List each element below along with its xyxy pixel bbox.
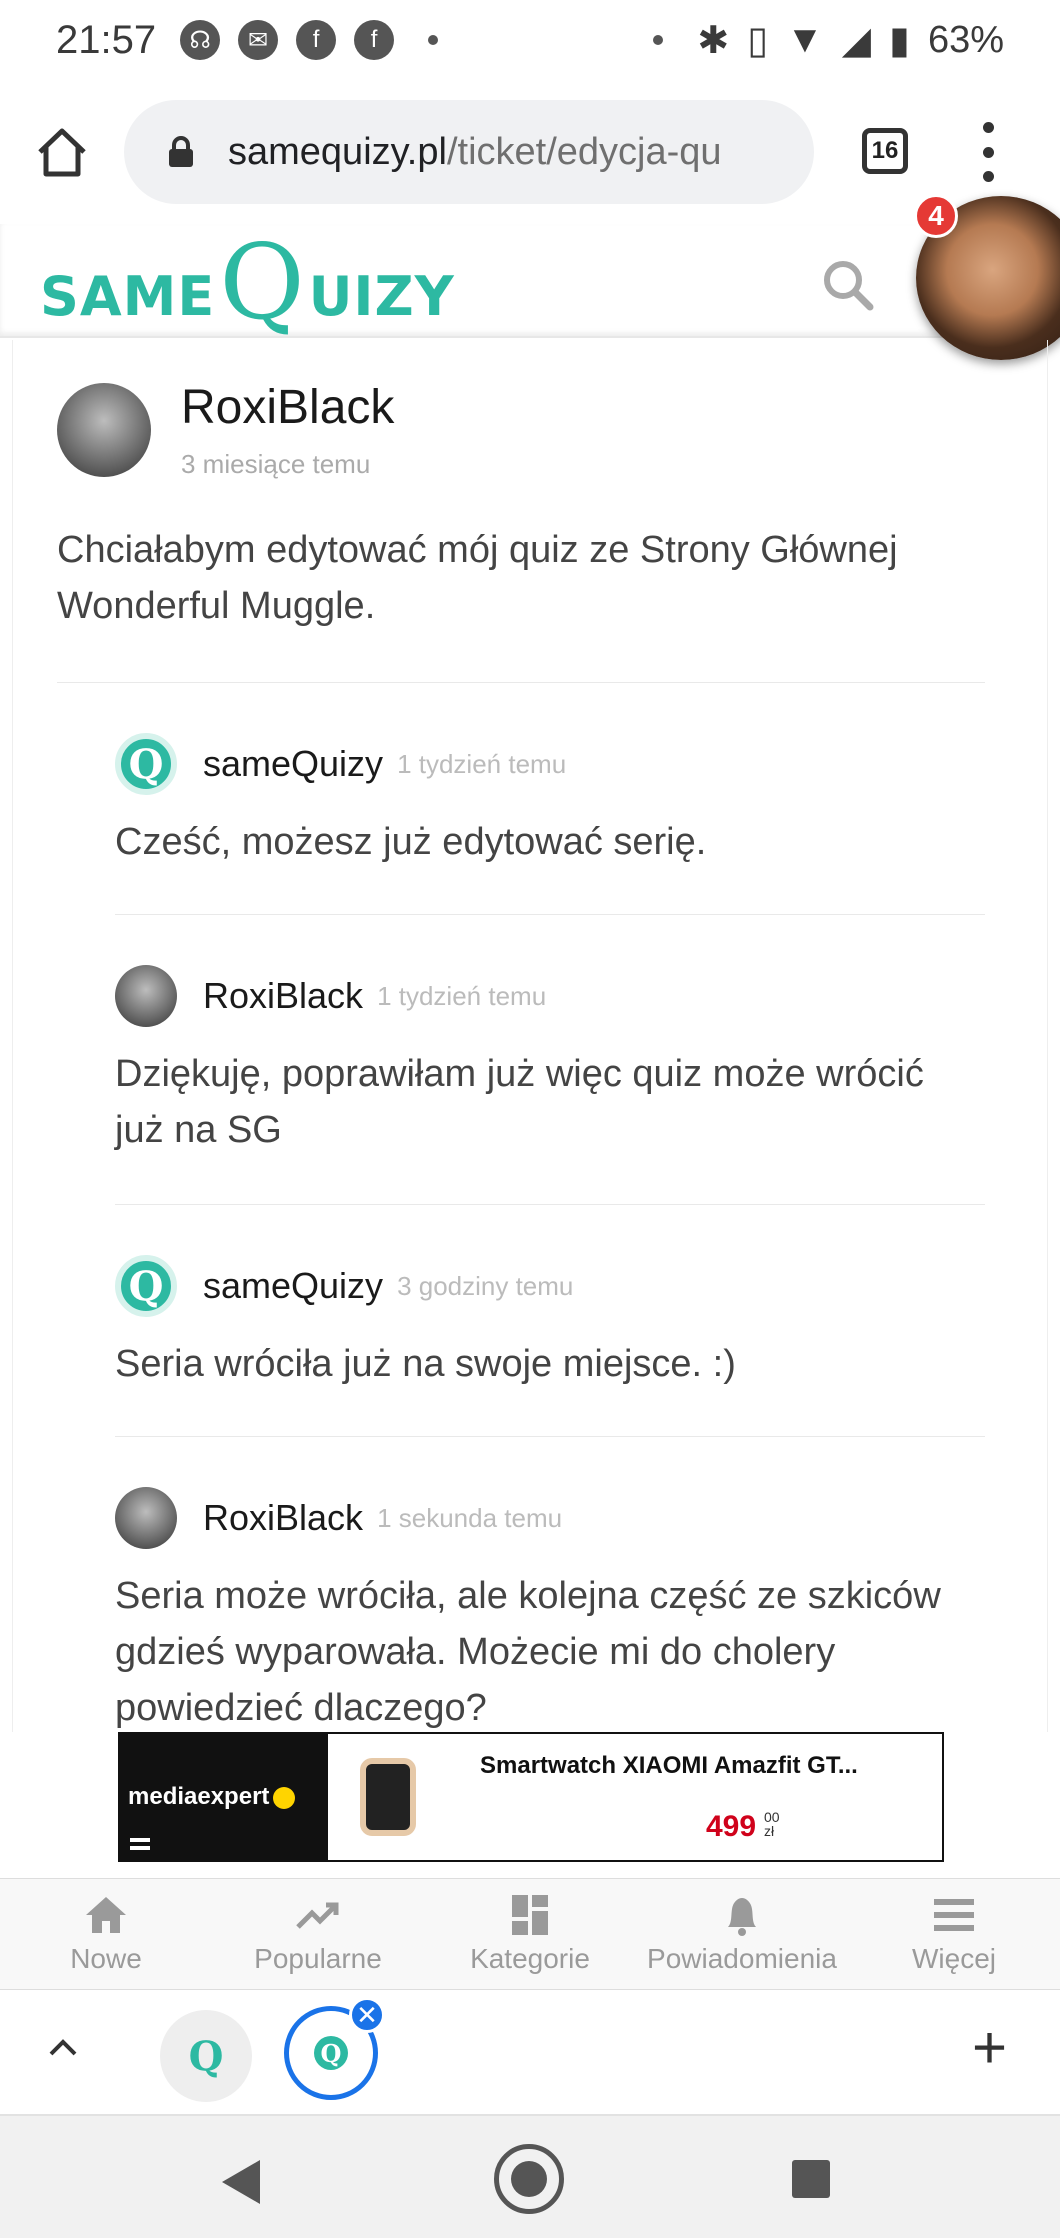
reply-time: 1 tydzień temu xyxy=(377,980,547,1011)
new-tab-plus-icon[interactable]: + xyxy=(972,2018,1007,2078)
reply-text: Seria może wróciła, ale kolejna część ze… xyxy=(115,1575,941,1729)
ad-product-title: Smartwatch XIAOMI Amazfit GT... xyxy=(480,1752,858,1779)
nav-label: Kategorie xyxy=(470,1943,590,1974)
divider xyxy=(115,914,985,915)
reply-author[interactable]: RoxiBlack xyxy=(203,1497,363,1539)
nav-label: Popularne xyxy=(254,1943,382,1974)
post-time: 3 miesiące temu xyxy=(181,449,371,479)
wifi-icon: ▼ xyxy=(786,18,824,61)
browser-tab-strip: Q Q ✕ + xyxy=(0,1990,1060,2116)
samequizy-favicon: Q xyxy=(314,2036,348,2070)
back-icon[interactable] xyxy=(222,2160,260,2204)
chevron-up-icon[interactable] xyxy=(46,2030,80,2064)
post-author[interactable]: RoxiBlack xyxy=(181,380,394,435)
ad-brand: mediaexpert xyxy=(128,1783,270,1810)
vibrate-icon: ▯ xyxy=(747,19,769,62)
headset-icon: ☊ xyxy=(180,20,221,60)
reply-item: RoxiBlack 1 tydzień temu Dziękuję, popra… xyxy=(115,964,975,1158)
ad-cents: 00 xyxy=(764,1809,780,1825)
search-icon[interactable] xyxy=(820,257,876,313)
nav-label: Więcej xyxy=(911,1943,996,1974)
reply-item: Q sameQuizy 1 tydzień temu Cześć, możesz… xyxy=(115,732,975,870)
home-icon[interactable] xyxy=(34,124,90,180)
home-icon xyxy=(86,1897,126,1933)
nav-item-wiecej[interactable]: Więcej xyxy=(848,1879,1060,1989)
site-header: SAME Q UIZY xyxy=(0,224,1060,338)
logo-text-q: Q xyxy=(219,221,305,343)
trending-icon xyxy=(296,1902,339,1929)
site-bottom-nav: Nowe Popularne Kategorie Powiadomienia W… xyxy=(0,1878,1060,1990)
facebook-icon: f xyxy=(296,20,337,60)
url-bar[interactable]: samequizy.pl/ticket/edycja-qu xyxy=(124,100,814,204)
url-domain: samequizy.pl xyxy=(228,130,447,173)
post-header: RoxiBlack 3 miesiące temu xyxy=(57,380,394,480)
ad-price-cents: 00 zł xyxy=(764,1810,780,1838)
play-icon xyxy=(273,1786,296,1809)
nav-item-nowe[interactable]: Nowe xyxy=(0,1879,212,1989)
grid-icon xyxy=(512,1895,548,1935)
ad-banner[interactable]: mediaexpert Smartwatch XIAOMI Amazfit GT… xyxy=(118,1732,944,1862)
ad-currency: zł xyxy=(764,1823,775,1839)
tab-samequizy-1[interactable]: Q xyxy=(160,2010,252,2102)
more-notifications-icon xyxy=(428,35,439,45)
reply-text: Dziękuję, poprawiłam już więc quiz może … xyxy=(115,1053,924,1151)
status-bar: 21:57 ☊ ✉ f f ✱ ▯ ▼ ◢ ▮ 63% xyxy=(0,0,1060,80)
smartwatch-image xyxy=(328,1734,448,1860)
bell-icon xyxy=(728,1898,756,1936)
dot-icon xyxy=(653,35,664,45)
bluetooth-icon: ✱ xyxy=(697,19,730,62)
messenger-icon: ✉ xyxy=(238,20,279,60)
reply-item: RoxiBlack 1 sekunda temu Seria może wróc… xyxy=(115,1486,975,1732)
battery-icon: ▮ xyxy=(889,19,910,62)
lock-icon xyxy=(169,136,193,167)
reply-time: 1 sekunda temu xyxy=(377,1502,563,1533)
notification-badge: 4 xyxy=(914,194,958,238)
nav-label: Nowe xyxy=(70,1943,142,1974)
reply-author[interactable]: sameQuizy xyxy=(203,1265,383,1307)
tab-switcher-button[interactable]: 16 xyxy=(862,128,908,174)
logo-text-same: SAME xyxy=(40,265,216,328)
nav-item-powiadomienia[interactable]: Powiadomienia xyxy=(636,1879,848,1989)
samequizy-avatar[interactable]: Q xyxy=(115,1255,177,1317)
divider xyxy=(115,1204,985,1205)
nav-item-kategorie[interactable]: Kategorie xyxy=(424,1879,636,1989)
close-tab-icon[interactable]: ✕ xyxy=(349,1997,385,2033)
signal-icon: ◢ xyxy=(841,19,872,62)
browser-toolbar: samequizy.pl/ticket/edycja-qu 16 xyxy=(0,80,1060,224)
nav-item-popularne[interactable]: Popularne xyxy=(212,1879,424,1989)
post-body: Chciałabym edytować mój quiz ze Strony G… xyxy=(57,529,898,627)
tab-samequizy-active[interactable]: Q ✕ xyxy=(284,1997,385,2100)
samequizy-favicon: Q xyxy=(188,2032,224,2080)
logo-text-uizy: UIZY xyxy=(308,265,455,328)
system-navigation-bar xyxy=(0,2116,1060,2238)
ad-price: 499 xyxy=(706,1810,757,1843)
reply-text: Cześć, możesz już edytować serię. xyxy=(115,821,707,863)
reply-time: 1 tydzień temu xyxy=(397,748,567,779)
url-path: /ticket/edycja-qu xyxy=(446,130,722,173)
samequizy-logo[interactable]: SAME Q UIZY xyxy=(40,230,455,334)
battery-percent: 63% xyxy=(927,18,1004,61)
status-time: 21:57 xyxy=(56,17,157,62)
facebook-icon-2: f xyxy=(354,20,395,60)
divider xyxy=(115,1436,985,1437)
reply-author[interactable]: sameQuizy xyxy=(203,743,383,785)
reply-text: Seria wróciła już na swoje miejsce. :) xyxy=(115,1343,736,1385)
reply-author[interactable]: RoxiBlack xyxy=(203,975,363,1017)
samequizy-avatar[interactable]: Q xyxy=(115,733,177,795)
reply-item: Q sameQuizy 3 godziny temu Seria wróciła… xyxy=(115,1254,975,1392)
nav-label: Powiadomienia xyxy=(647,1943,837,1974)
ad-brand-logo: mediaexpert xyxy=(120,1734,328,1860)
menu-lines-icon xyxy=(130,1838,150,1850)
system-home-icon[interactable] xyxy=(494,2144,564,2214)
reply-time: 3 godziny temu xyxy=(397,1270,574,1301)
recent-apps-icon[interactable] xyxy=(792,2160,830,2198)
browser-menu-icon[interactable] xyxy=(978,122,998,182)
divider xyxy=(57,682,985,683)
avatar[interactable] xyxy=(115,965,177,1027)
hamburger-icon xyxy=(934,1899,974,1931)
avatar[interactable] xyxy=(57,383,151,477)
ticket-thread: RoxiBlack 3 miesiące temu Chciałabym edy… xyxy=(12,340,1048,1732)
avatar[interactable] xyxy=(115,1487,177,1549)
